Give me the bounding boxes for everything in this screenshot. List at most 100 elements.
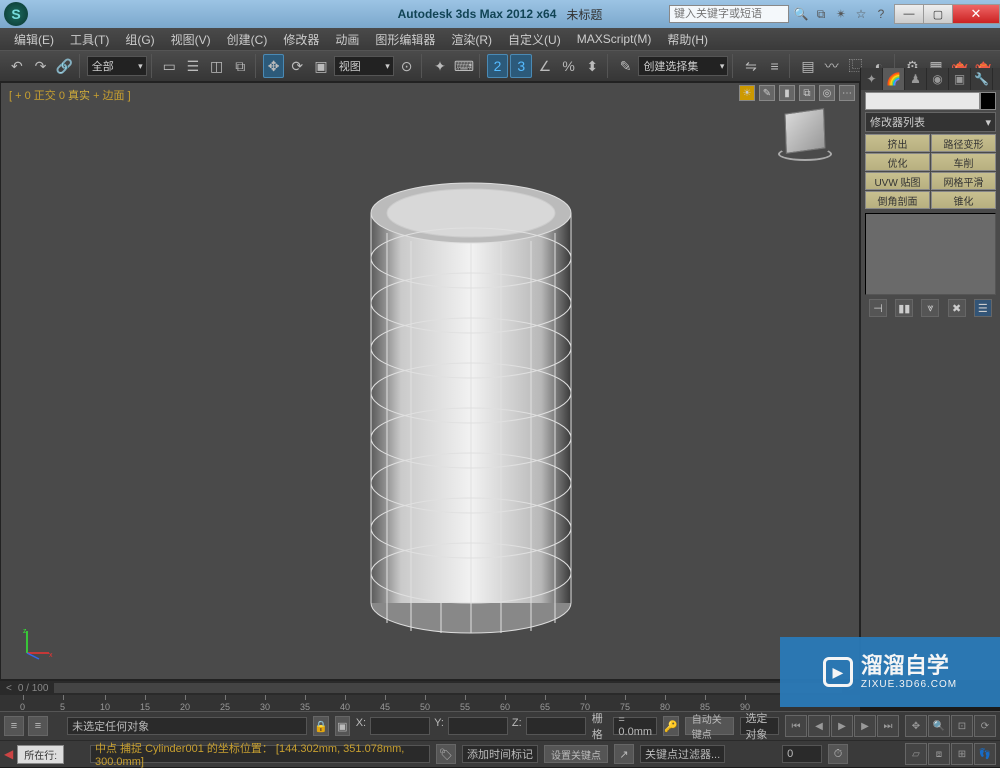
cylinder-object[interactable] xyxy=(341,163,601,643)
coord-z-field[interactable] xyxy=(526,717,586,735)
help-search-input[interactable] xyxy=(669,5,789,23)
play-icon[interactable]: ▶ xyxy=(831,715,853,737)
viewcube-compass[interactable] xyxy=(778,147,832,161)
timeline-arrow-left-icon[interactable]: < xyxy=(6,683,12,694)
menu-group[interactable]: 组(G) xyxy=(117,31,162,48)
snap-3d-icon[interactable]: 3 xyxy=(510,54,532,78)
tab-utilities-icon[interactable]: 🔧 xyxy=(971,68,993,90)
current-frame-field[interactable]: 0 xyxy=(782,745,822,763)
tab-motion-icon[interactable]: ◉ xyxy=(927,68,949,90)
manipulate-icon[interactable]: ✦ xyxy=(429,54,451,78)
maximize-button[interactable]: ▢ xyxy=(923,4,953,24)
percent-snap-icon[interactable]: % xyxy=(558,54,580,78)
mod-btn-bevelprofile[interactable]: 倒角剖面 xyxy=(865,191,930,209)
tab-create-icon[interactable]: ✦ xyxy=(861,68,883,90)
subscription-icon[interactable]: ⧉ xyxy=(813,6,829,22)
tab-modify-icon[interactable]: 🌈 xyxy=(883,68,905,90)
object-color-swatch[interactable] xyxy=(980,92,996,110)
object-name-field[interactable] xyxy=(865,92,980,110)
nav-max-toggle-icon[interactable]: ⊞ xyxy=(951,743,973,765)
named-sel-dropdown[interactable]: 创建选择集 xyxy=(638,56,728,76)
link-icon[interactable]: 🔗 xyxy=(53,54,75,78)
minimize-button[interactable]: — xyxy=(894,4,924,24)
vp-config-icon[interactable]: ✎ xyxy=(759,85,775,101)
vp-bookmark-icon[interactable]: ▮ xyxy=(779,85,795,101)
menu-render[interactable]: 渲染(R) xyxy=(443,31,500,48)
light-icon[interactable]: ☀ xyxy=(739,85,755,101)
edit-named-sel-icon[interactable]: ✎ xyxy=(615,54,637,78)
vp-more-icon[interactable]: ⋯ xyxy=(839,85,855,101)
mod-btn-lathe[interactable]: 车削 xyxy=(931,153,996,171)
layers-icon[interactable]: ▤ xyxy=(797,54,819,78)
mod-btn-extrude[interactable]: 挤出 xyxy=(865,134,930,152)
listener-tab[interactable]: 所在行: xyxy=(17,745,64,764)
tab-display-icon[interactable]: ▣ xyxy=(949,68,971,90)
menu-create[interactable]: 创建(C) xyxy=(219,31,276,48)
align-icon[interactable]: ≡ xyxy=(764,54,786,78)
spinner-snap-icon[interactable]: ⬍ xyxy=(581,54,603,78)
modifier-stack[interactable] xyxy=(865,213,996,295)
auto-key-button[interactable]: 自动关键点 xyxy=(685,717,735,735)
nav-orbit-icon[interactable]: ⟳ xyxy=(974,715,996,737)
menu-maxscript[interactable]: MAXScript(M) xyxy=(569,32,660,46)
key-filters-label[interactable]: 关键点过滤器... xyxy=(640,745,725,763)
menu-views[interactable]: 视图(V) xyxy=(163,31,219,48)
stack-pin-icon[interactable]: ⊣ xyxy=(869,299,887,317)
viewport-label-view[interactable]: [ + 0 正交 0 xyxy=(9,90,65,102)
key-filters-icon[interactable]: ↗ xyxy=(614,744,634,764)
select-icon[interactable]: ▭ xyxy=(158,54,180,78)
stack-remove-icon[interactable]: ✖ xyxy=(948,299,966,317)
pivot-icon[interactable]: ⊙ xyxy=(396,54,418,78)
viewport-label[interactable]: [ + 0 正交 0 真实 + 边面 ] xyxy=(9,87,131,103)
close-button[interactable]: ✕ xyxy=(952,4,1000,24)
mini-listener-icon[interactable]: ≡ xyxy=(4,716,24,736)
goto-end-icon[interactable]: ⏭ xyxy=(877,715,899,737)
mod-btn-optimize[interactable]: 优化 xyxy=(865,153,930,171)
curve-editor-icon[interactable]: 〰 xyxy=(821,54,843,78)
time-slider[interactable] xyxy=(54,683,842,693)
menu-animation[interactable]: 动画 xyxy=(327,31,367,48)
time-ruler[interactable]: 051015202530354045505560657075808590 xyxy=(0,695,860,712)
set-key-button[interactable]: 设置关键点 xyxy=(544,745,608,763)
menu-edit[interactable]: 编辑(E) xyxy=(6,31,62,48)
exchange-icon[interactable]: ✴ xyxy=(833,6,849,22)
selection-filter-dropdown[interactable]: 全部 xyxy=(87,56,147,76)
select-name-icon[interactable]: ☰ xyxy=(182,54,204,78)
coord-x-field[interactable] xyxy=(370,717,430,735)
refcoord-dropdown[interactable]: 视图 xyxy=(334,56,394,76)
viewcube[interactable] xyxy=(775,107,835,167)
stack-configure-icon[interactable]: ☰ xyxy=(974,299,992,317)
viewport-label-edged[interactable]: + 边面 ] xyxy=(93,90,131,102)
favorite-icon[interactable]: ☆ xyxy=(853,6,869,22)
redo-icon[interactable]: ↷ xyxy=(30,54,52,78)
mod-btn-taper[interactable]: 锥化 xyxy=(931,191,996,209)
menu-help[interactable]: 帮助(H) xyxy=(659,31,716,48)
nav-zoom-ext-icon[interactable]: ⊡ xyxy=(951,715,973,737)
menu-grapheditors[interactable]: 图形编辑器 xyxy=(367,31,443,48)
lock-icon[interactable]: 🔒 xyxy=(313,716,329,736)
app-logo[interactable]: S xyxy=(4,2,28,26)
tab-hierarchy-icon[interactable]: ♟ xyxy=(905,68,927,90)
move-icon[interactable]: ✥ xyxy=(263,54,285,78)
mini-listener-icon2[interactable]: ≡ xyxy=(28,716,48,736)
stack-unique-icon[interactable]: ⩔ xyxy=(921,299,939,317)
coord-y-field[interactable] xyxy=(448,717,508,735)
menu-customize[interactable]: 自定义(U) xyxy=(500,31,569,48)
isolate-icon[interactable]: ▣ xyxy=(335,716,350,736)
vp-safe-icon[interactable]: ◎ xyxy=(819,85,835,101)
snap-2d-icon[interactable]: 2 xyxy=(487,54,509,78)
viewport[interactable]: [ + 0 正交 0 真实 + 边面 ] ☀ ✎ ▮ ⧉ ◎ ⋯ xyxy=(0,82,860,680)
viewport-label-shading[interactable]: 真实 xyxy=(68,90,90,102)
timetag-icon[interactable]: 🏷 xyxy=(436,744,456,764)
mod-btn-pathdeform[interactable]: 路径变形 xyxy=(931,134,996,152)
nav-walk-icon[interactable]: 👣 xyxy=(974,743,996,765)
nav-pan-icon[interactable]: ✥ xyxy=(905,715,927,737)
keyboard-shortcut-icon[interactable]: ⌨ xyxy=(453,54,475,78)
vp-share-icon[interactable]: ⧉ xyxy=(799,85,815,101)
next-frame-icon[interactable]: ▶ xyxy=(854,715,876,737)
nav-zoom-icon[interactable]: 🔍 xyxy=(928,715,950,737)
prev-frame-icon[interactable]: ◀ xyxy=(808,715,830,737)
mod-btn-meshsmooth[interactable]: 网格平滑 xyxy=(931,172,996,190)
key-selset[interactable]: 选定对象 xyxy=(740,717,779,735)
macro-rec-icon[interactable]: ◀ xyxy=(4,747,13,761)
